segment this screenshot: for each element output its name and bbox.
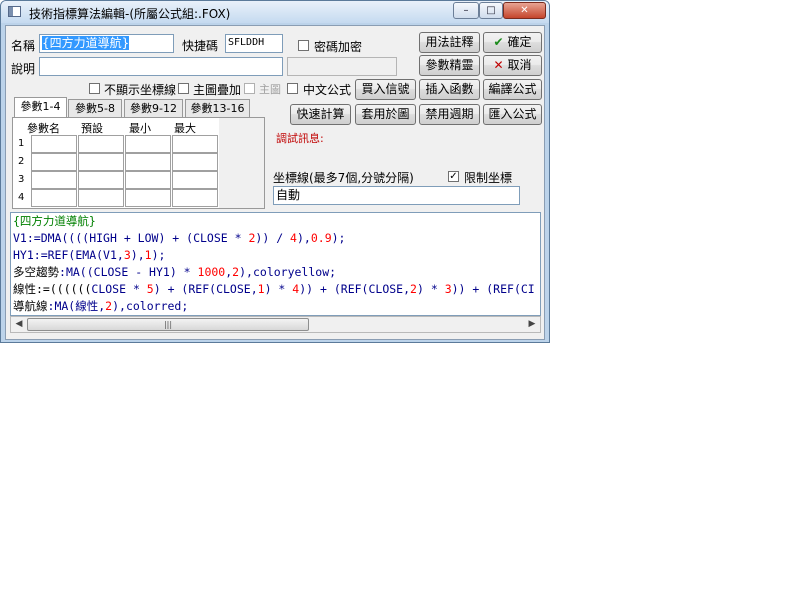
code-line: {四方力道導航} [13, 214, 96, 228]
compile-formula-button[interactable]: 編譯公式 [483, 79, 542, 100]
tab-params-1-4[interactable]: 參數1-4 [14, 97, 67, 117]
param-3-default-input[interactable] [78, 171, 124, 189]
app-icon [8, 6, 21, 17]
cross-icon: ✕ [493, 58, 504, 72]
maximize-button[interactable]: □ [479, 2, 503, 19]
password-checkbox[interactable] [298, 40, 309, 51]
param-1-name-input[interactable] [31, 135, 77, 153]
param-2-default-input[interactable] [78, 153, 124, 171]
param-1-default-input[interactable] [78, 135, 124, 153]
quick-calc-button[interactable]: 快速計算 [290, 104, 351, 125]
tab-params-9-12[interactable]: 參數9-12 [124, 99, 183, 117]
param-row-number: 1 [18, 138, 25, 149]
usage-notes-button[interactable]: 用法註釋 [419, 32, 480, 53]
param-3-min-input[interactable] [125, 171, 171, 189]
name-label: 名稱 [11, 39, 36, 53]
confirm-label: 確定 [507, 35, 532, 49]
param-4-min-input[interactable] [125, 189, 171, 207]
code-horizontal-scrollbar[interactable]: ◀ ||| ▶ [10, 316, 541, 333]
shortcut-label: 快捷碼 [182, 39, 219, 53]
param-4-default-input[interactable] [78, 189, 124, 207]
param-tune-button[interactable]: 參數精靈 [419, 55, 480, 76]
param-4-max-input[interactable] [172, 189, 218, 207]
name-input[interactable]: {四方力道導航} [39, 34, 174, 53]
param-panel: 參數名 預設 最小 最大 1 2 3 4 [12, 117, 265, 209]
param-header-min: 最小 [129, 122, 151, 135]
axis-lines-label: 坐標線(最多7個,分號分隔) [273, 171, 414, 185]
tab-params-13-16[interactable]: 參數13-16 [185, 99, 250, 117]
code-line: V1:=DMA((((HIGH + LOW) + (CLOSE * 2)) / … [13, 231, 346, 245]
hide-axis-label: 不顯示坐標線 [104, 83, 177, 97]
scroll-left-arrow-icon[interactable]: ◀ [11, 317, 27, 332]
main-overlay-checkbox[interactable] [178, 83, 189, 94]
param-row-number: 2 [18, 156, 25, 167]
description-label: 說明 [11, 62, 36, 76]
description-extra-input [287, 57, 397, 76]
param-tabs: 參數1-4 參數5-8 參數9-12 參數13-16 [14, 97, 250, 119]
cancel-button[interactable]: ✕ 取消 [483, 55, 542, 76]
main-chart-label: 主圖 [259, 83, 281, 96]
description-input[interactable] [39, 57, 283, 76]
param-4-name-input[interactable] [31, 189, 77, 207]
param-2-max-input[interactable] [172, 153, 218, 171]
param-row-number: 3 [18, 174, 25, 185]
insert-function-button[interactable]: 插入函數 [419, 79, 480, 100]
limit-axis-label: 限制坐標 [464, 171, 513, 185]
shortcut-input[interactable]: SFLDDH [225, 34, 283, 53]
param-header-name: 參數名 [27, 122, 60, 135]
param-row-number: 4 [18, 192, 25, 203]
axis-lines-input[interactable]: 自動 [273, 186, 520, 205]
buy-sell-signal-button[interactable]: 買入信號 [355, 79, 416, 100]
confirm-button[interactable]: ✔ 確定 [483, 32, 542, 53]
dialog-body: 名稱 {四方力道導航} 快捷碼 SFLDDH 密碼加密 用法註釋 ✔ 確定 說明… [5, 25, 545, 340]
limit-axis-checkbox[interactable]: ✓ [448, 171, 459, 182]
checkmark-icon: ✔ [493, 35, 504, 49]
cancel-label: 取消 [507, 58, 532, 72]
param-header-max: 最大 [174, 122, 196, 135]
import-formula-button[interactable]: 匯入公式 [483, 104, 542, 125]
code-line: 多空趨勢:MA((CLOSE - HY1) * 1000,2),coloryel… [13, 265, 337, 279]
code-line: HY1:=REF(EMA(V1,3),1); [13, 248, 166, 262]
param-1-max-input[interactable] [172, 135, 218, 153]
main-overlay-label: 主圖疊加 [193, 83, 242, 97]
param-3-name-input[interactable] [31, 171, 77, 189]
debug-message-label: 調試訊息: [276, 132, 324, 145]
scroll-right-arrow-icon[interactable]: ▶ [524, 317, 540, 332]
chinese-formula-label: 中文公式 [303, 83, 352, 97]
param-3-max-input[interactable] [172, 171, 218, 189]
grip-icon: ||| [163, 320, 173, 329]
formula-code-editor[interactable]: {四方力道導航} V1:=DMA((((HIGH + LOW) + (CLOSE… [10, 212, 541, 316]
window-title: 技術指標算法編輯-(所屬公式組:.FOX) [29, 7, 231, 21]
code-line: 線性:=((((((CLOSE * 5) + (REF(CLOSE,1) * 4… [13, 282, 535, 296]
param-header-default: 預設 [81, 122, 103, 135]
param-1-min-input[interactable] [125, 135, 171, 153]
disable-period-button[interactable]: 禁用週期 [419, 104, 480, 125]
close-button[interactable]: ✕ [503, 2, 546, 19]
hide-axis-checkbox[interactable] [89, 83, 100, 94]
title-bar[interactable]: 技術指標算法編輯-(所屬公式組:.FOX) – □ ✕ [1, 1, 549, 23]
name-input-text: {四方力道導航} [42, 36, 130, 50]
param-panel-filler [219, 118, 264, 208]
param-2-min-input[interactable] [125, 153, 171, 171]
formula-editor-window: 技術指標算法編輯-(所屬公式組:.FOX) – □ ✕ 名稱 {四方力道導航} … [0, 0, 550, 343]
tab-params-5-8[interactable]: 參數5-8 [68, 99, 122, 117]
minimize-button[interactable]: – [453, 2, 479, 19]
chinese-formula-checkbox[interactable] [287, 83, 298, 94]
param-2-name-input[interactable] [31, 153, 77, 171]
scroll-thumb[interactable]: ||| [27, 318, 309, 331]
password-label: 密碼加密 [314, 40, 363, 54]
main-chart-checkbox [244, 83, 255, 94]
apply-to-chart-button[interactable]: 套用於圖 [355, 104, 416, 125]
code-line: 導航線:MA(線性,2),colorred; [13, 299, 189, 313]
